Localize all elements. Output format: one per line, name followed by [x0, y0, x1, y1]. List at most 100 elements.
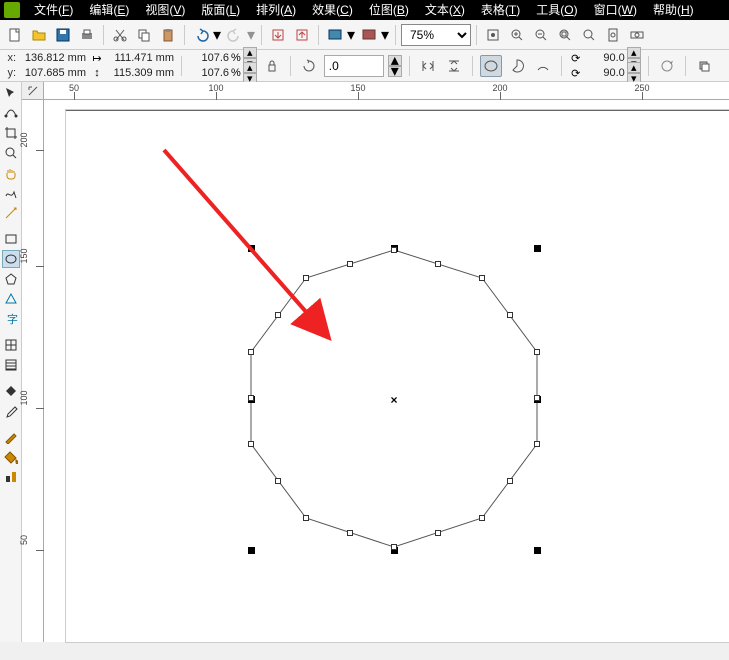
poly-mid-node[interactable] — [275, 312, 281, 318]
end-angle-spinner[interactable]: ▴▾ — [627, 62, 641, 84]
app-launcher-button[interactable] — [324, 24, 346, 46]
zoom-all-button[interactable] — [578, 24, 600, 46]
menu-edit[interactable]: 编辑(E) — [81, 0, 137, 20]
print-button[interactable] — [76, 24, 98, 46]
poly-mid-node[interactable] — [507, 478, 513, 484]
interactive-tool[interactable] — [2, 468, 20, 486]
sel-handle-sw[interactable] — [248, 547, 255, 554]
menu-tools[interactable]: 工具(O) — [528, 0, 585, 20]
sel-handle-se[interactable] — [534, 547, 541, 554]
poly-mid-node[interactable] — [435, 261, 441, 267]
app-launcher-dropdown[interactable]: ▾ — [346, 24, 356, 46]
menu-layout[interactable]: 版面(L) — [193, 0, 248, 20]
scale-y-spinner[interactable]: ▴▾ — [243, 62, 257, 84]
sel-handle-nw[interactable] — [248, 245, 255, 252]
menu-effects[interactable]: 效果(C) — [304, 0, 361, 20]
menu-file[interactable]: 文件(F) — [26, 0, 81, 20]
fill-tool[interactable] — [2, 448, 20, 466]
zoom-page-button[interactable] — [602, 24, 624, 46]
crop-tool[interactable] — [2, 124, 20, 142]
rotation-input[interactable] — [324, 55, 384, 77]
menu-bitmap[interactable]: 位图(B) — [361, 0, 417, 20]
menu-arrange[interactable]: 排列(A) — [248, 0, 304, 20]
basic-shapes-tool[interactable] — [2, 290, 20, 308]
redo-button[interactable] — [224, 24, 246, 46]
poly-node[interactable] — [303, 515, 309, 521]
menu-window[interactable]: 窗口(W) — [586, 0, 645, 20]
menu-text[interactable]: 文本(X) — [417, 0, 473, 20]
new-button[interactable] — [4, 24, 26, 46]
eyedropper-tool[interactable] — [2, 402, 20, 420]
undo-button[interactable] — [190, 24, 212, 46]
poly-node[interactable] — [391, 544, 397, 550]
interactive-fill-tool[interactable] — [2, 382, 20, 400]
scale-readout[interactable]: 107.6%▴▾ 107.6%▴▾ — [189, 51, 257, 81]
outline-tool[interactable] — [2, 428, 20, 446]
freehand-tool[interactable] — [2, 184, 20, 202]
welcome-dropdown[interactable]: ▾ — [380, 24, 390, 46]
undo-dropdown[interactable]: ▾ — [212, 24, 222, 46]
poly-node[interactable] — [534, 441, 540, 447]
table-tool[interactable] — [2, 336, 20, 354]
property-bar: x:136.812 mm y:107.685 mm ↦111.471 mm ↕1… — [0, 50, 729, 82]
mirror-h-button[interactable] — [417, 55, 439, 77]
paste-button[interactable] — [157, 24, 179, 46]
menu-table[interactable]: 表格(T) — [473, 0, 528, 20]
angle-readout[interactable]: ⟳90.0▴▾ ⟳90.0▴▾ — [569, 51, 641, 81]
zoom-out-button[interactable] — [530, 24, 552, 46]
sel-handle-ne[interactable] — [534, 245, 541, 252]
zoom-tool[interactable] — [2, 144, 20, 162]
poly-node[interactable] — [479, 275, 485, 281]
ruler-origin[interactable] — [22, 82, 44, 100]
dimension-tool[interactable] — [2, 356, 20, 374]
to-front-button[interactable] — [693, 55, 715, 77]
import-button[interactable] — [267, 24, 289, 46]
poly-node[interactable] — [479, 515, 485, 521]
poly-node[interactable] — [303, 275, 309, 281]
poly-mid-node[interactable] — [435, 530, 441, 536]
open-button[interactable] — [28, 24, 50, 46]
welcome-button[interactable] — [358, 24, 380, 46]
ruler-vertical[interactable]: 50 100 150 200 — [22, 100, 44, 642]
shape-ellipse-button[interactable] — [480, 55, 502, 77]
pick-tool[interactable] — [2, 84, 20, 102]
cut-button[interactable] — [109, 24, 131, 46]
zoom-combo[interactable]: 75% — [401, 24, 471, 46]
poly-mid-node[interactable] — [248, 395, 254, 401]
snap-button[interactable] — [482, 24, 504, 46]
polygon-tool[interactable] — [2, 270, 20, 288]
poly-node[interactable] — [248, 349, 254, 355]
shape-arc-button[interactable] — [532, 55, 554, 77]
polygon-shape[interactable] — [44, 100, 729, 660]
poly-mid-node[interactable] — [275, 478, 281, 484]
zoom-selection-button[interactable] — [554, 24, 576, 46]
poly-mid-node[interactable] — [347, 530, 353, 536]
ruler-horizontal[interactable]: 50 100 150 200 250 — [44, 82, 729, 100]
zoom-width-button[interactable] — [626, 24, 648, 46]
canvas[interactable]: × — [44, 100, 729, 642]
menu-view[interactable]: 视图(V) — [137, 0, 193, 20]
direction-button[interactable] — [656, 55, 678, 77]
mirror-v-button[interactable] — [443, 55, 465, 77]
export-button[interactable] — [291, 24, 313, 46]
poly-node[interactable] — [248, 441, 254, 447]
zoom-in-button[interactable] — [506, 24, 528, 46]
copy-button[interactable] — [133, 24, 155, 46]
rotation-spinner[interactable]: ▴▾ — [388, 55, 402, 77]
shape-pie-button[interactable] — [506, 55, 528, 77]
poly-mid-node[interactable] — [347, 261, 353, 267]
ellipse-tool[interactable] — [2, 250, 20, 268]
poly-mid-node[interactable] — [534, 395, 540, 401]
text-tool[interactable]: 字 — [2, 310, 20, 328]
lock-ratio-button[interactable] — [261, 55, 283, 77]
menu-help[interactable]: 帮助(H) — [645, 0, 702, 20]
shape-tool[interactable] — [2, 104, 20, 122]
poly-node[interactable] — [534, 349, 540, 355]
poly-mid-node[interactable] — [507, 312, 513, 318]
smart-draw-tool[interactable] — [2, 204, 20, 222]
rectangle-tool[interactable] — [2, 230, 20, 248]
redo-dropdown[interactable]: ▾ — [246, 24, 256, 46]
hand-tool[interactable] — [2, 164, 20, 182]
save-button[interactable] — [52, 24, 74, 46]
poly-node[interactable] — [391, 247, 397, 253]
